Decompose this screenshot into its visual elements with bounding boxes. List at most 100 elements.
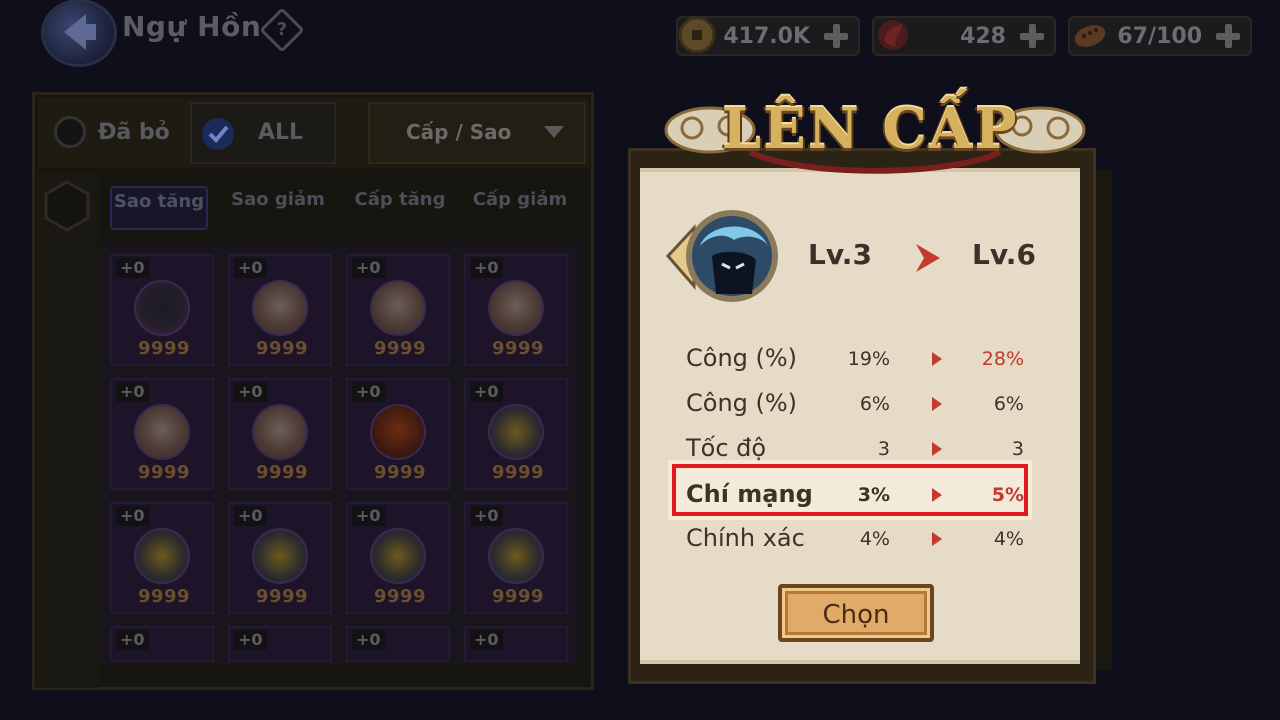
- item-count: 9999: [491, 462, 545, 483]
- stat-value-from: 6%: [859, 393, 890, 415]
- inventory-item[interactable]: +0 9999: [110, 502, 214, 614]
- stat-name: Công (%): [686, 344, 798, 372]
- stamina-icon: [1074, 25, 1106, 47]
- resource-coin: 417.0K: [676, 16, 860, 56]
- inventory-item[interactable]: +0 9999: [464, 502, 568, 614]
- coin-amount: 417.0K: [723, 24, 810, 49]
- item-count: 9999: [373, 338, 427, 359]
- white-hair-spirit-icon: [488, 280, 544, 336]
- tab-sao-tang[interactable]: Sao tăng: [110, 186, 208, 230]
- help-icon: ?: [276, 19, 288, 40]
- inventory-item[interactable]: +0 9999: [346, 254, 450, 366]
- inventory-item[interactable]: +0 9999: [228, 502, 332, 614]
- stat-row: Chính xác 4% 4%: [686, 520, 1026, 556]
- level-from: Lv.3: [808, 238, 872, 271]
- stat-name: Chính xác: [686, 524, 805, 552]
- white-hair-spirit-icon: [370, 280, 426, 336]
- add-stamina-button[interactable]: [1214, 22, 1242, 50]
- item-level-badge: +0: [116, 506, 149, 526]
- white-hair-spirit-icon: [134, 404, 190, 460]
- inventory-item[interactable]: +0 9999: [110, 254, 214, 366]
- item-count: 9999: [137, 338, 191, 359]
- lightning-spirit-icon: [252, 528, 308, 584]
- stat-row: Tốc độ 3 3: [686, 430, 1026, 466]
- item-level-badge: +0: [234, 630, 267, 650]
- choose-button[interactable]: Chọn: [778, 584, 934, 642]
- inventory-item[interactable]: +0: [346, 626, 450, 662]
- inventory-item[interactable]: +0 9999: [228, 378, 332, 490]
- page-title: Ngự Hồn: [122, 10, 262, 43]
- inventory-item[interactable]: +0 9999: [346, 502, 450, 614]
- stat-name: Tốc độ: [686, 434, 767, 462]
- highlight-marker: [672, 464, 1028, 516]
- inventory-item[interactable]: +0: [228, 626, 332, 662]
- stat-row: Công (%) 19% 28%: [686, 340, 1026, 376]
- resource-flame: 428: [872, 16, 1056, 56]
- tab-cap-giam[interactable]: Cấp giảm: [470, 186, 570, 226]
- lightning-spirit-icon: [370, 528, 426, 584]
- item-count: 9999: [137, 462, 191, 483]
- choose-button-label: Chọn: [822, 600, 890, 630]
- stamina-amount: 67/100: [1117, 24, 1202, 49]
- item-count: 9999: [373, 586, 427, 607]
- arrow-right-icon: [932, 442, 942, 456]
- stat-name: Công (%): [686, 389, 798, 417]
- lightning-spirit-icon: [488, 404, 544, 460]
- add-coin-button[interactable]: [822, 22, 850, 50]
- stat-value-to: 4%: [993, 528, 1024, 550]
- arrow-right-icon: [932, 397, 942, 411]
- inventory-item[interactable]: +0 9999: [110, 378, 214, 490]
- inventory-item[interactable]: +0 9999: [464, 378, 568, 490]
- item-level-badge: +0: [116, 258, 149, 278]
- white-hair-spirit-icon: [252, 404, 308, 460]
- dark-fox-spirit-icon: [134, 280, 190, 336]
- filter-discarded-label: Đã bỏ: [98, 120, 170, 145]
- tab-cap-tang[interactable]: Cấp tăng: [350, 186, 450, 226]
- item-level-badge: +0: [470, 382, 503, 402]
- arrow-right-icon: [916, 244, 940, 272]
- stat-value-from: 19%: [847, 348, 890, 370]
- item-level-badge: +0: [352, 506, 385, 526]
- stat-row: Công (%) 6% 6%: [686, 385, 1026, 421]
- item-count: 9999: [491, 338, 545, 359]
- inventory-item[interactable]: +0 9999: [228, 254, 332, 366]
- item-level-badge: +0: [234, 506, 267, 526]
- stat-value-to: 3: [1011, 438, 1024, 460]
- item-level-badge: +0: [470, 506, 503, 526]
- flame-amount: 428: [960, 24, 1006, 49]
- item-count: 9999: [137, 586, 191, 607]
- inventory-item[interactable]: +0: [464, 626, 568, 662]
- stat-value-to: 28%: [981, 348, 1024, 370]
- coin-icon: [678, 16, 716, 54]
- back-arrow-icon: [64, 14, 96, 50]
- resource-stamina: 67/100: [1068, 16, 1252, 56]
- inventory-item[interactable]: +0 9999: [464, 254, 568, 366]
- sort-dropdown-label: Cấp / Sao: [406, 120, 512, 144]
- item-level-badge: +0: [470, 258, 503, 278]
- add-flame-button[interactable]: [1018, 22, 1046, 50]
- filter-discarded-radio[interactable]: [54, 116, 86, 148]
- back-button[interactable]: [44, 2, 114, 64]
- chevron-down-icon: [544, 126, 564, 138]
- item-level-badge: +0: [352, 382, 385, 402]
- stat-value-to: 6%: [993, 393, 1024, 415]
- lightning-spirit-icon: [488, 528, 544, 584]
- arrow-right-icon: [932, 532, 942, 546]
- spirit-portrait: [665, 210, 778, 302]
- item-count: 9999: [491, 586, 545, 607]
- flame-orb-icon: [878, 20, 908, 50]
- hexagon-slot-icon[interactable]: [44, 180, 90, 232]
- item-count: 9999: [255, 586, 309, 607]
- filter-all-label: ALL: [258, 120, 304, 145]
- help-button[interactable]: ?: [259, 7, 305, 53]
- arrow-right-icon: [932, 352, 942, 366]
- side-rail: [36, 172, 98, 688]
- item-count: 9999: [373, 462, 427, 483]
- tab-sao-giam[interactable]: Sao giảm: [228, 186, 328, 226]
- item-level-badge: +0: [116, 382, 149, 402]
- item-level-badge: +0: [116, 630, 149, 650]
- item-level-badge: +0: [352, 630, 385, 650]
- inventory-item[interactable]: +0 9999: [346, 378, 450, 490]
- inventory-item[interactable]: +0: [110, 626, 214, 662]
- item-level-badge: +0: [352, 258, 385, 278]
